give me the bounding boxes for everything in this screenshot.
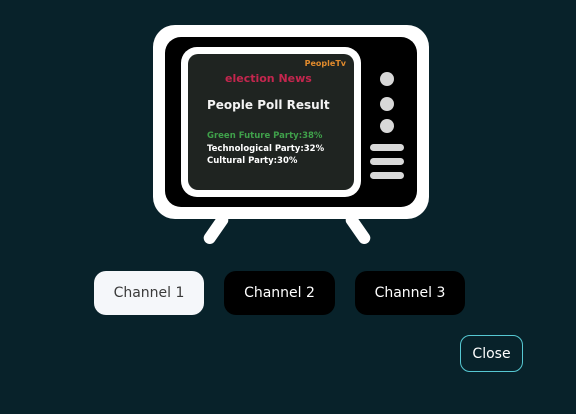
poll-results: Green Future Party:38% Technological Par… — [207, 130, 324, 168]
channel-brand: PeopleTv — [304, 59, 346, 68]
tv-knob-icon — [380, 97, 394, 111]
poll-result-line: Green Future Party:38% — [207, 131, 323, 141]
poll-result-line: Technological Party:32% — [207, 143, 325, 154]
tv-screen: PeopleTv election News People Poll Resul… — [188, 54, 354, 190]
speaker-grille-icon — [370, 144, 404, 151]
tv-screen-frame: PeopleTv election News People Poll Resul… — [181, 47, 361, 197]
channel-1-button[interactable]: Channel 1 — [94, 271, 204, 315]
channel-3-button[interactable]: Channel 3 — [355, 271, 465, 315]
channel-2-button[interactable]: Channel 2 — [224, 271, 335, 315]
speaker-grille-icon — [370, 158, 404, 165]
news-title: election News — [225, 72, 312, 85]
tv-set: PeopleTv election News People Poll Resul… — [153, 25, 429, 219]
poll-title: People Poll Result — [207, 98, 330, 112]
poll-result-line: Cultural Party:30% — [207, 156, 298, 166]
tv-knob-icon — [380, 72, 394, 86]
tv-knob-icon — [380, 119, 394, 133]
close-button[interactable]: Close — [460, 335, 523, 372]
speaker-grille-icon — [370, 172, 404, 179]
app-stage: PeopleTv election News People Poll Resul… — [0, 0, 576, 414]
tv-cabinet: PeopleTv election News People Poll Resul… — [165, 37, 417, 207]
